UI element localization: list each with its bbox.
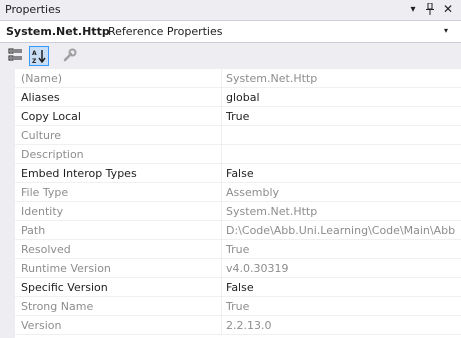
property-row[interactable]: Culture (15, 126, 461, 145)
property-name: Resolved (21, 243, 71, 256)
property-name: Runtime Version (21, 262, 111, 275)
property-row[interactable]: Embed Interop Types False (15, 164, 461, 183)
column-separator[interactable] (221, 278, 222, 297)
property-row[interactable]: Copy Local True (15, 107, 461, 126)
property-name: Version (21, 319, 62, 332)
property-pages-button[interactable] (60, 46, 80, 66)
property-name: Description (21, 148, 84, 161)
window-dropdown-icon[interactable]: ▾ (406, 2, 420, 16)
column-separator[interactable] (221, 259, 222, 278)
column-separator[interactable] (221, 316, 222, 335)
column-separator[interactable] (221, 297, 222, 316)
object-type: Reference Properties (108, 25, 223, 38)
property-name: Culture (21, 129, 62, 142)
property-value[interactable]: False (226, 281, 461, 294)
property-value[interactable]: True (226, 110, 461, 123)
property-value: System.Net.Http (226, 205, 318, 218)
property-value: v4.0.30319 (226, 262, 289, 275)
property-row[interactable]: Runtime Version v4.0.30319 (15, 259, 461, 278)
property-row[interactable]: Path D:\Code\Abb.Uni.Learning\Code\Main\A… (15, 221, 461, 240)
property-row[interactable]: Resolved True (15, 240, 461, 259)
property-row[interactable]: Version 2.2.13.0 (15, 316, 461, 335)
alphabetical-button[interactable]: A Z (29, 46, 49, 66)
grid-gutter (0, 69, 15, 338)
pin-icon[interactable] (423, 2, 437, 16)
property-value[interactable]: global (226, 91, 461, 104)
object-selector[interactable]: System.Net.Http Reference Properties ▾ (0, 20, 461, 43)
column-separator[interactable] (221, 240, 222, 259)
column-separator[interactable] (221, 164, 222, 183)
column-separator[interactable] (221, 88, 222, 107)
svg-text:Z: Z (32, 58, 37, 65)
wrench-icon (63, 48, 77, 62)
property-name: (Name) (21, 72, 63, 85)
properties-toolbar: A Z (0, 43, 461, 69)
column-separator[interactable] (221, 107, 222, 126)
column-separator[interactable] (221, 183, 222, 202)
property-row[interactable]: File Type Assembly (15, 183, 461, 202)
property-row[interactable]: Identity System.Net.Http (15, 202, 461, 221)
property-value: True (226, 243, 250, 256)
column-separator[interactable] (221, 145, 222, 164)
alphabetical-icon: A Z (32, 50, 46, 65)
property-value: System.Net.Http (226, 72, 318, 85)
column-separator[interactable] (221, 221, 222, 240)
property-row[interactable]: (Name) System.Net.Http (15, 69, 461, 88)
property-value[interactable]: False (226, 167, 461, 180)
property-name: Path (21, 224, 46, 237)
object-name: System.Net.Http (6, 25, 110, 38)
property-name: Identity (21, 205, 64, 218)
property-name: Strong Name (21, 300, 94, 313)
property-value: 2.2.13.0 (226, 319, 272, 332)
categorized-icon (8, 48, 22, 61)
column-separator[interactable] (221, 69, 222, 88)
object-selector-dropdown-icon[interactable]: ▾ (444, 26, 448, 35)
svg-text:A: A (32, 50, 37, 57)
property-row[interactable]: Aliases global (15, 88, 461, 107)
categorized-button[interactable] (7, 46, 27, 66)
column-separator[interactable] (221, 202, 222, 221)
property-value: Assembly (226, 186, 280, 199)
property-name: Aliases (21, 91, 60, 104)
column-separator[interactable] (221, 126, 222, 145)
property-value: D:\Code\Abb.Uni.Learning\Code\Main\Abb (226, 224, 456, 237)
property-name: Specific Version (21, 281, 108, 294)
property-row[interactable]: Strong Name True (15, 297, 461, 316)
property-name: File Type (21, 186, 69, 199)
close-icon[interactable]: ✕ (441, 2, 455, 16)
property-grid: (Name) System.Net.Http Aliases global Copy L… (0, 69, 461, 338)
properties-title-bar: Properties ▾ ✕ (0, 0, 461, 20)
window-title: Properties (5, 3, 61, 16)
property-name: Copy Local (21, 110, 81, 123)
property-name: Embed Interop Types (21, 167, 137, 180)
property-value: True (226, 300, 250, 313)
property-row[interactable]: Description (15, 145, 461, 164)
property-row[interactable]: Specific Version False (15, 278, 461, 297)
